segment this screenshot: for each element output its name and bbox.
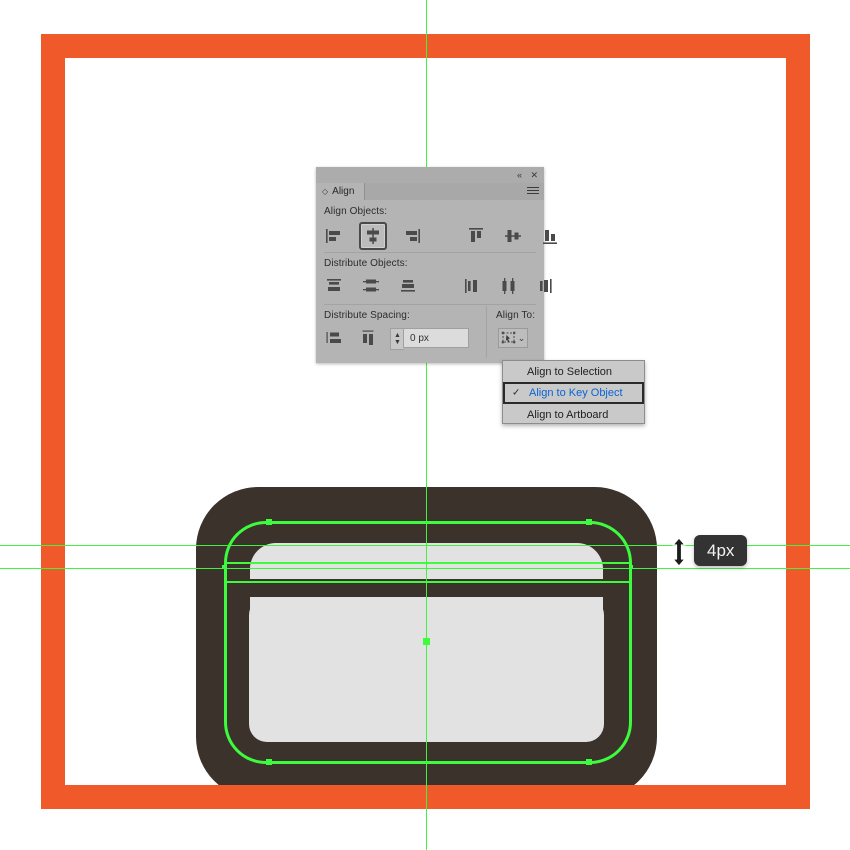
tab-align[interactable]: ◇ Align: [316, 183, 366, 200]
anchor-point-top-right[interactable]: [586, 519, 592, 525]
menu-item-align-to-selection-label: Align to Selection: [527, 365, 612, 378]
horizontal-distribute-spacing-button[interactable]: [356, 326, 380, 350]
panel-tab-row: ◇ Align: [316, 183, 544, 200]
canvas-stage: « ✕ ◇ Align Align Objects: Distribute Ob…: [0, 0, 850, 850]
align-panel[interactable]: « ✕ ◇ Align Align Objects: Distribute Ob…: [316, 167, 557, 363]
anchor-point-top-left[interactable]: [266, 519, 272, 525]
horizontal-distribute-left-button[interactable]: [460, 274, 484, 298]
align-to-button[interactable]: ⌄: [498, 328, 528, 348]
align-to-label: Align To:: [496, 310, 536, 321]
horizontal-distribute-right-button[interactable]: [534, 274, 558, 298]
vertical-align-center-button[interactable]: [501, 224, 525, 248]
distribute-spacing-label: Distribute Spacing:: [324, 310, 410, 321]
hamburger-menu-icon[interactable]: [527, 187, 539, 196]
horizontal-align-left-button[interactable]: [322, 224, 346, 248]
measurement-tooltip: 4px: [694, 535, 748, 566]
path-segment-band-top: [226, 562, 630, 564]
horizontal-align-right-button[interactable]: [400, 224, 424, 248]
menu-item-align-to-artboard-label: Align to Artboard: [527, 408, 609, 421]
checkmark-icon: ✓: [512, 387, 521, 399]
guide-vertical-center[interactable]: [426, 0, 427, 850]
vertical-align-top-button[interactable]: [464, 224, 488, 248]
vertical-distribute-top-button[interactable]: [322, 274, 346, 298]
vertical-resize-cursor-icon: [671, 537, 687, 567]
menu-item-align-to-selection[interactable]: Align to Selection: [503, 361, 644, 382]
menu-item-align-to-key-object[interactable]: ✓ Align to Key Object: [503, 382, 644, 404]
panel-title-bar[interactable]: « ✕: [316, 167, 544, 183]
divider-1: [324, 252, 536, 253]
canvas-white-below: [0, 809, 850, 850]
align-objects-label: Align Objects:: [324, 206, 388, 217]
vertical-distribute-spacing-button[interactable]: [322, 326, 346, 350]
align-to-dropdown-menu[interactable]: Align to Selection ✓ Align to Key Object…: [502, 360, 645, 424]
divider-vertical: [486, 306, 487, 358]
chevron-down-icon[interactable]: ⌄: [518, 334, 526, 343]
canvas-white-top: [0, 0, 850, 34]
align-objects-row: [322, 222, 562, 250]
menu-item-align-to-artboard[interactable]: Align to Artboard: [503, 404, 644, 425]
stepper-up-icon[interactable]: ▲: [394, 332, 401, 339]
diamond-icon: ◇: [322, 186, 329, 196]
measurement-tooltip-value: 4px: [707, 541, 735, 560]
vertical-distribute-bottom-button[interactable]: [396, 274, 420, 298]
horizontal-align-center-button[interactable]: [359, 222, 387, 250]
divider-2: [324, 304, 536, 305]
vertical-align-bottom-button[interactable]: [538, 224, 562, 248]
canvas-white-left: [0, 0, 41, 850]
center-anchor-point[interactable]: [423, 638, 430, 645]
anchor-point-bottom-right[interactable]: [586, 759, 592, 765]
path-segment-band-bottom: [226, 581, 630, 583]
horizontal-distribute-center-button[interactable]: [497, 274, 521, 298]
stepper-down-icon[interactable]: ▼: [394, 339, 401, 346]
spacing-input-value: 0 px: [410, 332, 429, 344]
distribute-objects-label: Distribute Objects:: [324, 258, 408, 269]
collapse-icon[interactable]: «: [517, 169, 522, 181]
distribute-objects-row: [322, 274, 558, 298]
canvas-white-right: [810, 0, 850, 850]
close-icon[interactable]: ✕: [530, 169, 538, 181]
align-to-key-object-icon: [501, 331, 516, 344]
menu-item-align-to-key-object-label: Align to Key Object: [529, 387, 623, 399]
vertical-distribute-center-button[interactable]: [359, 274, 383, 298]
spacing-input[interactable]: 0 px: [403, 328, 469, 348]
panel-body: Align Objects: Distribute Objects: Distr…: [316, 200, 557, 363]
tab-align-label: Align: [332, 186, 355, 197]
anchor-point-bottom-left[interactable]: [266, 759, 272, 765]
spacing-stepper[interactable]: ▲ ▼: [390, 328, 404, 350]
guide-horizontal-lower[interactable]: [0, 568, 850, 569]
distribute-spacing-row: [322, 326, 380, 350]
